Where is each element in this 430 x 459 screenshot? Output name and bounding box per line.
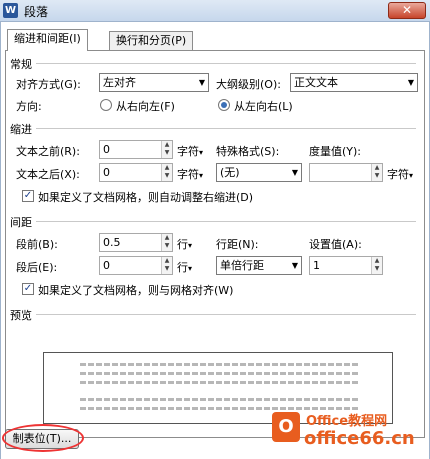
general-heading: 常规	[10, 58, 32, 71]
special-format-label: 特殊格式(S):	[216, 145, 280, 158]
wps-writer-icon: W	[3, 3, 18, 18]
section-divider	[36, 128, 416, 129]
auto-adjust-checkbox[interactable]: ✓	[22, 190, 34, 202]
alignment-select[interactable]: 左对齐 ▼	[99, 73, 209, 92]
line-spacing-label: 行距(N):	[216, 238, 259, 251]
dropdown-arrow-icon: ▼	[407, 78, 414, 87]
line-spacing-value: 单倍行距	[220, 259, 264, 272]
measure-spinner[interactable]: ▲ ▼	[309, 163, 383, 182]
unit-label: 字符	[387, 168, 409, 181]
title-bar: W 段落 ✕	[0, 0, 430, 22]
caret-down-icon: ▾	[199, 171, 204, 180]
caret-down-icon: ▾	[188, 241, 193, 250]
section-divider	[36, 221, 416, 222]
outline-level-select[interactable]: 正文文本 ▼	[290, 73, 418, 92]
tab-line-page-breaks[interactable]: 换行和分页(P)	[109, 31, 194, 50]
spacing-heading: 间距	[10, 216, 32, 229]
spacing-after-spinner[interactable]: 0 ▲ ▼	[99, 256, 173, 275]
measure-label: 度量值(Y):	[309, 145, 362, 158]
unit-label: 行	[177, 261, 188, 274]
caret-down-icon: ▾	[409, 171, 414, 180]
outline-level-value: 正文文本	[294, 76, 338, 89]
preview-text-line	[80, 372, 360, 375]
spacing-after-label: 段后(E):	[16, 261, 58, 274]
unit-label: 行	[177, 238, 188, 251]
indent-after-value: 0	[103, 166, 110, 179]
indent-before-label: 文本之前(R):	[16, 145, 80, 158]
setting-value-label: 设置值(A):	[309, 238, 362, 251]
caret-down-icon: ▾	[188, 264, 193, 273]
tab-indent-spacing[interactable]: 缩进和间距(I)	[7, 29, 88, 51]
office-logo-icon: O	[272, 412, 300, 442]
spacing-before-spinner[interactable]: 0.5 ▲ ▼	[99, 233, 173, 252]
setting-value: 1	[313, 259, 320, 272]
indent-after-spinner[interactable]: 0 ▲ ▼	[99, 163, 173, 182]
spin-arrows-icon[interactable]: ▲ ▼	[161, 164, 172, 181]
unit-label: 字符	[177, 145, 199, 158]
setting-value-spinner[interactable]: 1 ▲ ▼	[309, 256, 383, 275]
spin-arrows-icon[interactable]: ▲ ▼	[371, 257, 382, 274]
window-title: 段落	[24, 5, 49, 19]
dropdown-arrow-icon: ▼	[291, 261, 298, 270]
preview-text-line	[80, 398, 360, 401]
indent-before-unit[interactable]: 字符▾	[177, 143, 203, 159]
dropdown-arrow-icon: ▼	[291, 168, 298, 177]
spin-arrows-icon[interactable]: ▲ ▼	[161, 257, 172, 274]
spacing-before-value: 0.5	[103, 236, 121, 249]
spin-arrows-icon[interactable]: ▲ ▼	[161, 234, 172, 251]
grid-align-checkbox[interactable]: ✓	[22, 283, 34, 295]
special-format-select[interactable]: (无) ▼	[216, 163, 302, 182]
watermark-site-name: Office教程网	[306, 414, 388, 429]
paragraph-dialog: 缩进和间距(I) 换行和分页(P) 常规 对齐方式(G): 左对齐 ▼ 大纲级别…	[0, 22, 430, 459]
ltr-label: 从左向右(L)	[234, 100, 293, 113]
spacing-after-value: 0	[103, 259, 110, 272]
ltr-radio[interactable]	[218, 99, 230, 111]
spin-arrows-icon[interactable]: ▲ ▼	[161, 141, 172, 158]
indent-before-spinner[interactable]: 0 ▲ ▼	[99, 140, 173, 159]
spacing-before-unit[interactable]: 行▾	[177, 236, 192, 252]
indent-before-value: 0	[103, 143, 110, 156]
preview-heading: 预览	[10, 309, 32, 322]
indent-heading: 缩进	[10, 123, 32, 136]
highlight-circle	[2, 424, 84, 452]
unit-label: 字符	[177, 168, 199, 181]
preview-text-line	[80, 363, 360, 366]
spin-arrows-icon[interactable]: ▲ ▼	[371, 164, 382, 181]
section-divider	[36, 63, 416, 64]
alignment-label: 对齐方式(G):	[16, 78, 81, 91]
indent-after-label: 文本之后(X):	[16, 168, 80, 181]
direction-label: 方向:	[16, 100, 42, 113]
rtl-label: 从右向左(F)	[116, 100, 175, 113]
special-format-value: (无)	[220, 166, 240, 179]
watermark-site-url: office66.cn	[304, 428, 415, 449]
line-spacing-select[interactable]: 单倍行距 ▼	[216, 256, 302, 275]
grid-align-label: 如果定义了文档网格，则与网格对齐(W)	[38, 284, 234, 297]
measure-unit[interactable]: 字符▾	[387, 166, 413, 182]
dropdown-arrow-icon: ▼	[198, 78, 205, 87]
rtl-radio[interactable]	[100, 99, 112, 111]
spacing-before-label: 段前(B):	[16, 238, 58, 251]
alignment-value: 左对齐	[103, 76, 136, 89]
auto-adjust-label: 如果定义了文档网格，则自动调整右缩进(D)	[38, 191, 254, 204]
close-button[interactable]: ✕	[388, 2, 426, 19]
section-divider	[36, 314, 416, 315]
caret-down-icon: ▾	[199, 148, 204, 157]
indent-after-unit[interactable]: 字符▾	[177, 166, 203, 182]
preview-text-line	[80, 381, 360, 384]
spacing-after-unit[interactable]: 行▾	[177, 259, 192, 275]
outline-level-label: 大纲级别(O):	[216, 78, 281, 91]
